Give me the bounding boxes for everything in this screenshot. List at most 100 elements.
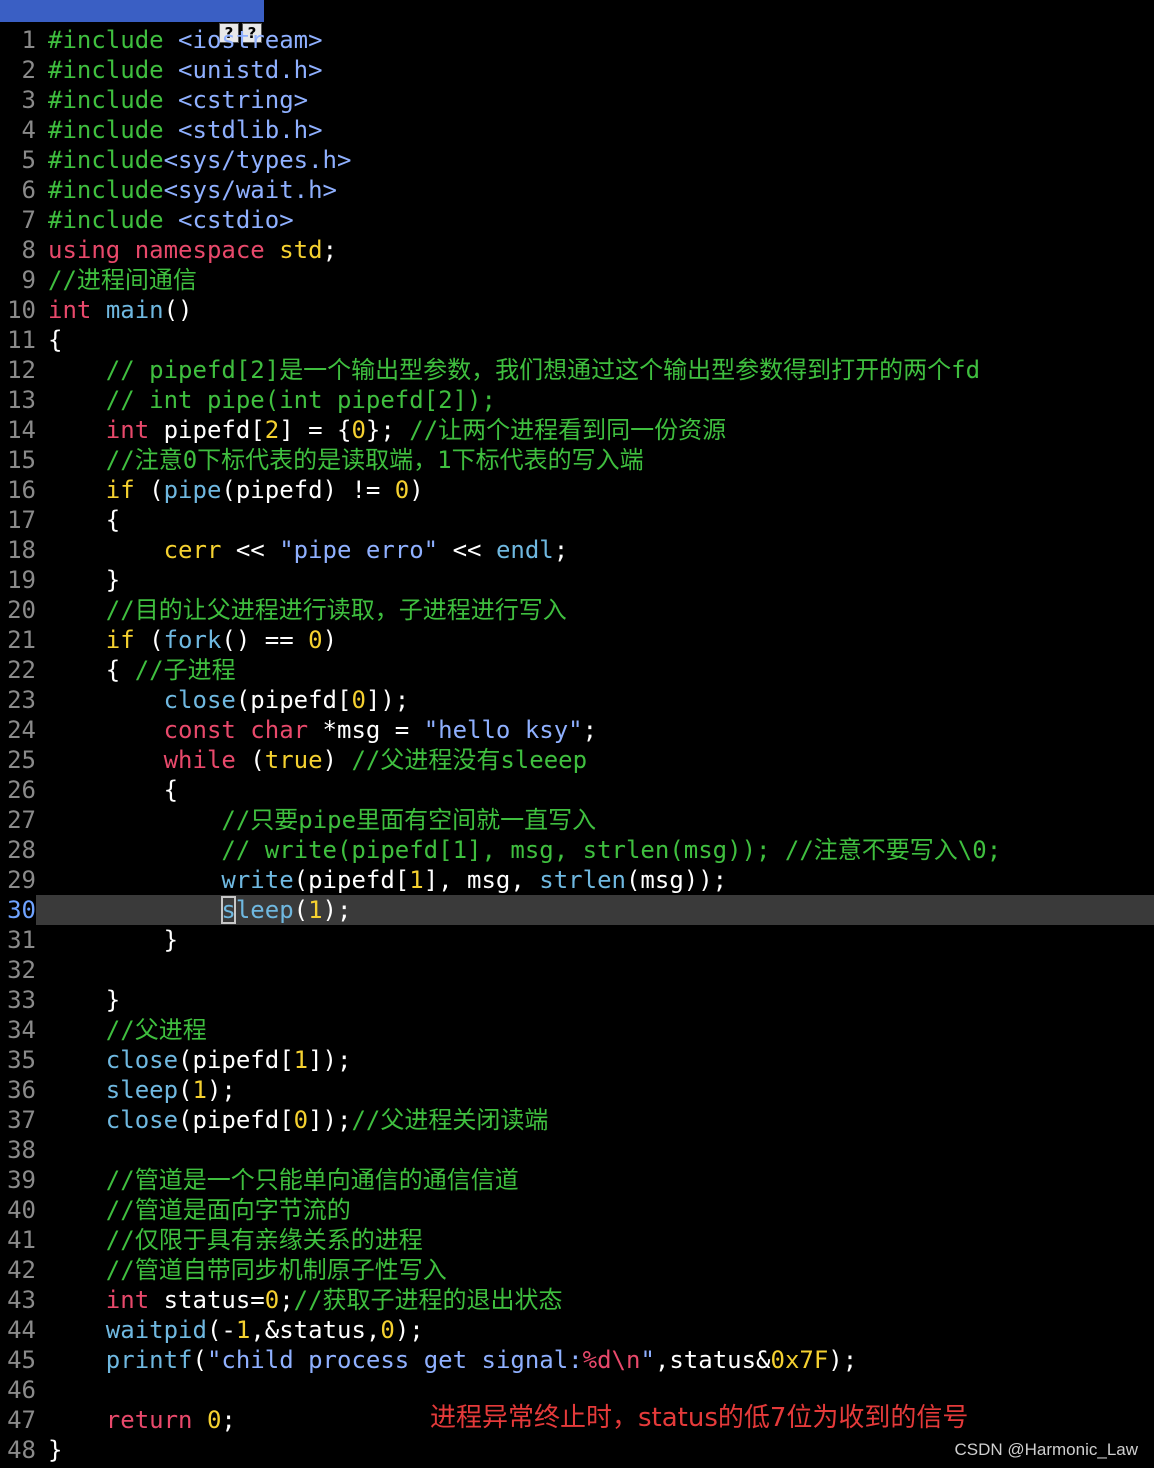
code-line-7[interactable]: 7 #include <cstdio> [0,205,1154,235]
code-line-22[interactable]: 22 { //子进程 [0,655,1154,685]
code-line-47[interactable]: 47 return 0; 进程异常终止时，status的低7位为收到的信号 [0,1403,1154,1435]
code-line-17[interactable]: 17 { [0,505,1154,535]
line-code[interactable]: if (fork() == 0) [48,625,337,655]
code-line-5[interactable]: 5 #include<sys/types.h> [0,145,1154,175]
code-line-42[interactable]: 42 //管道自带同步机制原子性写入 [0,1255,1154,1285]
line-code[interactable]: sleep(1); [48,895,351,925]
code-line-32[interactable]: 32 [0,955,1154,985]
line-code[interactable]: { [48,775,178,805]
code-line-6[interactable]: 6 #include<sys/wait.h> [0,175,1154,205]
line-code[interactable]: using namespace std; [48,235,337,265]
line-code[interactable]: const char *msg = "hello ksy"; [48,715,598,745]
code-line-16[interactable]: 16 if (pipe(pipefd) != 0) [0,475,1154,505]
line-code[interactable]: //仅限于具有亲缘关系的进程 [48,1225,423,1255]
code-line-2[interactable]: 2 #include <unistd.h> [0,55,1154,85]
code-line-18[interactable]: 18 cerr << "pipe erro" << endl; [0,535,1154,565]
code-line-10[interactable]: 10 int main() [0,295,1154,325]
code-line-39[interactable]: 39 //管道是一个只能单向通信的通信信道 [0,1165,1154,1195]
code-line-33[interactable]: 33 } [0,985,1154,1015]
line-code[interactable]: return 0; [48,1405,236,1435]
line-code[interactable]: // pipefd[2]是一个输出型参数，我们想通过这个输出型参数得到打开的两个… [48,355,980,385]
line-code[interactable]: while (true) //父进程没有sleeep [48,745,587,775]
line-code[interactable]: } [48,925,178,955]
line-code[interactable]: #include <cstdio> [48,205,294,235]
line-code[interactable]: #include <iostream> [48,25,323,55]
line-code[interactable]: { [48,325,62,355]
code-line-25[interactable]: 25 while (true) //父进程没有sleeep [0,745,1154,775]
line-code[interactable]: #include<sys/types.h> [48,145,351,175]
code-line-27[interactable]: 27 //只要pipe里面有空间就一直写入 [0,805,1154,835]
code-line-26[interactable]: 26 { [0,775,1154,805]
code-line-31[interactable]: 31 } [0,925,1154,955]
line-code[interactable]: //目的让父进程进行读取，子进程进行写入 [48,595,567,625]
code-line-21[interactable]: 21 if (fork() == 0) [0,625,1154,655]
code-line-36[interactable]: 36 sleep(1); [0,1075,1154,1105]
line-code[interactable]: int status=0;//获取子进程的退出状态 [48,1285,563,1315]
line-code[interactable]: { [48,505,120,535]
code-line-38[interactable]: 38 [0,1135,1154,1165]
code-line-11[interactable]: 11 { [0,325,1154,355]
code-editor[interactable]: 1 #include <iostream> 2 #include <unistd.h>… [0,25,1154,1465]
code-line-14[interactable]: 14 int pipefd[2] = {0}; //让两个进程看到同一份资源 [0,415,1154,445]
line-code[interactable]: close(pipefd[1]); [48,1045,352,1075]
code-line-28[interactable]: 28 // write(pipefd[1], msg, strlen(msg))… [0,835,1154,865]
code-line-29[interactable]: 29 write(pipefd[1], msg, strlen(msg)); [0,865,1154,895]
code-line-8[interactable]: 8 using namespace std; [0,235,1154,265]
code-line-34[interactable]: 34 //父进程 [0,1015,1154,1045]
line-code[interactable]: //管道是一个只能单向通信的通信信道 [48,1165,519,1195]
code-line-19[interactable]: 19 } [0,565,1154,595]
line-code[interactable]: // int pipe(int pipefd[2]); [48,385,496,415]
code-line-37[interactable]: 37 close(pipefd[0]);//父进程关闭读端 [0,1105,1154,1135]
line-code[interactable]: close(pipefd[0]);//父进程关闭读端 [48,1105,549,1135]
line-code[interactable]: //管道是面向字节流的 [48,1195,351,1225]
line-code[interactable]: sleep(1); [48,1075,236,1105]
code-line-40[interactable]: 40 //管道是面向字节流的 [0,1195,1154,1225]
line-code[interactable]: //只要pipe里面有空间就一直写入 [48,805,596,835]
line-number: 45 [7,1346,36,1374]
line-number: 35 [7,1046,36,1074]
tab-test1-cpp[interactable]: 1: test1.cpp?? [0,0,264,44]
code-line-35[interactable]: 35 close(pipefd[1]); [0,1045,1154,1075]
code-line-41[interactable]: 41 //仅限于具有亲缘关系的进程 [0,1225,1154,1255]
code-line-9[interactable]: 9 //进程间通信 [0,265,1154,295]
code-line-46[interactable]: 46 [0,1375,1154,1405]
line-code[interactable]: } [48,985,120,1015]
code-line-43[interactable]: 43 int status=0;//获取子进程的退出状态 [0,1285,1154,1315]
line-code[interactable]: if (pipe(pipefd) != 0) [48,475,424,505]
line-code[interactable]: close(pipefd[0]); [48,685,410,715]
line-code[interactable]: #include <unistd.h> [48,55,323,85]
line-code[interactable]: #include <stdlib.h> [48,115,323,145]
line-code[interactable]: //父进程 [48,1015,207,1045]
line-code[interactable]: cerr << "pipe erro" << endl; [48,535,569,565]
line-code[interactable]: int pipefd[2] = {0}; //让两个进程看到同一份资源 [48,415,726,445]
line-code[interactable]: #include <cstring> [48,85,308,115]
line-number: 9 [21,266,36,294]
line-code[interactable]: waitpid(-1,&status,0); [48,1315,424,1345]
code-line-4[interactable]: 4 #include <stdlib.h> [0,115,1154,145]
line-code[interactable]: //管道自带同步机制原子性写入 [48,1255,447,1285]
code-line-24[interactable]: 24 const char *msg = "hello ksy"; [0,715,1154,745]
line-code[interactable]: // write(pipefd[1], msg, strlen(msg)); /… [48,835,1001,865]
code-line-20[interactable]: 20 //目的让父进程进行读取，子进程进行写入 [0,595,1154,625]
code-line-45[interactable]: 45 printf("child process get signal:%d\n… [0,1345,1154,1375]
line-number: 40 [7,1196,36,1224]
line-number: 2 [21,56,36,84]
code-line-30[interactable]: 30 sleep(1); [0,895,1154,925]
line-number: 6 [21,176,36,204]
line-code[interactable]: { //子进程 [48,655,236,685]
line-code[interactable]: write(pipefd[1], msg, strlen(msg)); [48,865,727,895]
code-line-1[interactable]: 1 #include <iostream> [0,25,1154,55]
line-code[interactable]: int main() [48,295,193,325]
line-code[interactable]: //注意0下标代表的是读取端，1下标代表的写入端 [48,445,644,475]
line-code[interactable]: //进程间通信 [48,265,197,295]
line-code[interactable]: } [48,565,120,595]
line-code[interactable]: } [48,1435,62,1465]
code-line-13[interactable]: 13 // int pipe(int pipefd[2]); [0,385,1154,415]
code-line-12[interactable]: 12 // pipefd[2]是一个输出型参数，我们想通过这个输出型参数得到打开… [0,355,1154,385]
code-line-15[interactable]: 15 //注意0下标代表的是读取端，1下标代表的写入端 [0,445,1154,475]
code-line-44[interactable]: 44 waitpid(-1,&status,0); [0,1315,1154,1345]
code-line-3[interactable]: 3 #include <cstring> [0,85,1154,115]
line-code[interactable]: #include<sys/wait.h> [48,175,337,205]
code-line-23[interactable]: 23 close(pipefd[0]); [0,685,1154,715]
line-code[interactable]: printf("child process get signal:%d\n",s… [48,1345,857,1375]
